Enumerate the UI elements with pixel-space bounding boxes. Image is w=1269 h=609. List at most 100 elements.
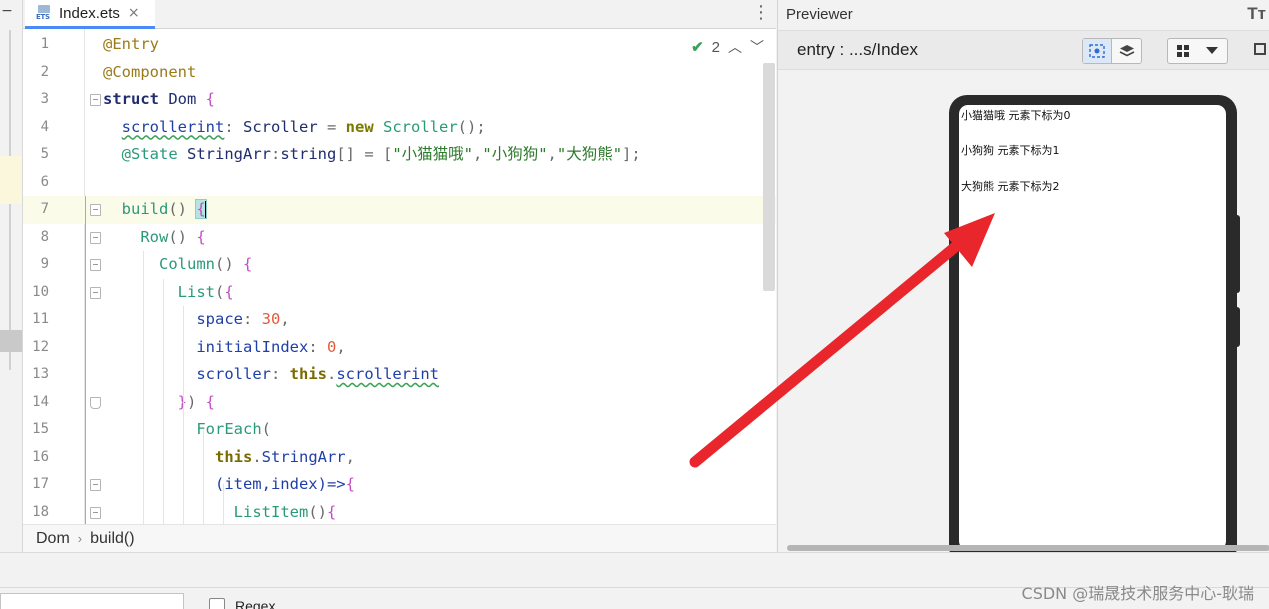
code-token: , [547, 145, 557, 163]
fold-icon[interactable] [90, 94, 101, 106]
code-text: struct Dom { [103, 86, 215, 114]
line-number[interactable]: 10 [23, 279, 49, 307]
code-line[interactable]: 3 struct Dom { [23, 86, 776, 114]
breadcrumb-item-dom[interactable]: Dom [36, 530, 70, 548]
list-item[interactable]: 大狗熊 元素下标为2 [961, 178, 1060, 194]
code-text: ListItem(){ [103, 499, 337, 525]
code-text: build() { [103, 196, 207, 224]
inspector-icon[interactable] [1083, 39, 1112, 63]
font-size-icon[interactable]: Tт [1247, 4, 1266, 24]
line-number[interactable]: 5 [23, 141, 49, 169]
fullscreen-icon[interactable] [1254, 43, 1266, 55]
code-token: new [345, 117, 374, 136]
collapse-icon[interactable]: − [0, 3, 14, 19]
code-token: @State [121, 145, 178, 163]
grid-icon [1168, 39, 1197, 63]
code-token: , [473, 145, 483, 163]
fold-icon[interactable] [90, 204, 101, 216]
fold-icon[interactable] [90, 259, 101, 271]
strip-highlight [0, 156, 22, 204]
code-line[interactable]: 4 scrollerint: Scroller = new Scroller()… [23, 114, 776, 142]
indent-guide [203, 429, 204, 524]
code-token: Row [140, 227, 169, 246]
code-line[interactable]: 14 }) { [23, 389, 776, 417]
code-text: scroller: this.scrollerint [103, 361, 439, 389]
line-number[interactable]: 12 [23, 334, 49, 362]
line-number[interactable]: 3 [23, 86, 49, 114]
line-number[interactable]: 8 [23, 224, 49, 252]
code-line[interactable]: 16 this.StringArr, [23, 444, 776, 472]
code-token: StringArr [177, 145, 271, 163]
device-screen[interactable]: 小猫猫哦 元素下标为0 小狗狗 元素下标为1 大狗熊 元素下标为2 [959, 105, 1226, 550]
more-icon[interactable]: ⋮ [752, 2, 770, 23]
line-number[interactable]: 4 [23, 114, 49, 142]
list-item[interactable]: 小猫猫哦 元素下标为0 [961, 107, 1071, 123]
line-number[interactable]: 1 [23, 31, 49, 59]
code-token: struct [103, 90, 159, 108]
chevron-down-icon[interactable]: ﹀ [750, 37, 764, 57]
code-line[interactable]: 15 ForEach( [23, 416, 776, 444]
code-line[interactable]: 1 @Entry [23, 31, 776, 59]
previewer-scrollbar[interactable] [787, 545, 1269, 551]
line-number[interactable]: 15 [23, 416, 49, 444]
code-line[interactable]: 8 Row() { [23, 224, 776, 252]
code-token: this [214, 447, 253, 466]
close-icon[interactable]: × [128, 5, 140, 21]
chevron-up-icon[interactable]: ︿ [728, 37, 742, 57]
line-number[interactable]: 17 [23, 471, 49, 499]
tab-index-ets[interactable]: ETS Index.ets × [25, 0, 155, 29]
code-text: space: 30, [103, 306, 289, 334]
code-token: : [224, 117, 243, 136]
code-token: Scroller [243, 117, 318, 136]
code-text: List({ [103, 279, 234, 307]
fold-icon[interactable] [90, 479, 101, 491]
device-select[interactable] [1167, 38, 1228, 64]
code-line[interactable]: 10 List({ [23, 279, 776, 307]
line-number[interactable]: 11 [23, 306, 49, 334]
line-number[interactable]: 2 [23, 59, 49, 87]
line-number[interactable]: 6 [23, 169, 49, 197]
inspection-count: 2 [711, 38, 720, 56]
device-side-button [1235, 215, 1240, 293]
line-number[interactable]: 9 [23, 251, 49, 279]
search-input[interactable] [0, 593, 184, 609]
code-line[interactable]: 6 [23, 169, 776, 197]
previewer-panel: Previewer Tт entry : ...s/Index 小猫猫哦 元素下… [777, 0, 1269, 565]
code-line[interactable]: 11 space: 30, [23, 306, 776, 334]
code-token: 30 [261, 310, 281, 328]
code-line[interactable]: 12 initialIndex: 0, [23, 334, 776, 362]
list-item[interactable]: 小狗狗 元素下标为1 [961, 142, 1060, 158]
code-line[interactable]: 2 @Component [23, 59, 776, 87]
regex-checkbox[interactable] [209, 598, 225, 609]
line-number[interactable]: 14 [23, 389, 49, 417]
line-number[interactable]: 13 [23, 361, 49, 389]
code-token: 0 [326, 337, 337, 356]
code-token: "小猫猫哦" [392, 145, 474, 163]
line-number[interactable]: 7 [23, 196, 49, 224]
fold-icon[interactable] [90, 286, 101, 299]
previewer-header: Previewer Tт [778, 0, 1269, 29]
editor-scrollbar[interactable] [763, 63, 775, 291]
breadcrumb-item-build[interactable]: build() [90, 530, 134, 548]
code-line[interactable]: 7 build() { [23, 196, 776, 224]
code-token: () [308, 502, 327, 521]
line-number[interactable]: 18 [23, 499, 49, 525]
fold-icon[interactable] [90, 231, 101, 244]
code-editor[interactable]: 1 @Entry 2 @Component 3 struct Dom {4 scrolle… [23, 29, 776, 524]
code-line[interactable]: 18 ListItem(){ [23, 499, 776, 525]
code-line[interactable]: 17 (item,index)=>{ [23, 471, 776, 499]
line-number[interactable]: 16 [23, 444, 49, 472]
code-line[interactable]: 5 @State StringArr:string[] = ["小猫猫哦","小… [23, 141, 776, 169]
layers-icon[interactable] [1112, 39, 1141, 63]
indent-guide [143, 251, 144, 524]
code-line[interactable]: 9 Column() { [23, 251, 776, 279]
fold-icon[interactable] [90, 506, 101, 519]
preview-path: entry : ...s/Index [797, 40, 918, 59]
inspection-widget[interactable]: ✔ 2 ︿ ﹀ [691, 37, 764, 57]
fold-icon[interactable] [90, 396, 101, 409]
code-line[interactable]: 13 scroller: this.scrollerint [23, 361, 776, 389]
